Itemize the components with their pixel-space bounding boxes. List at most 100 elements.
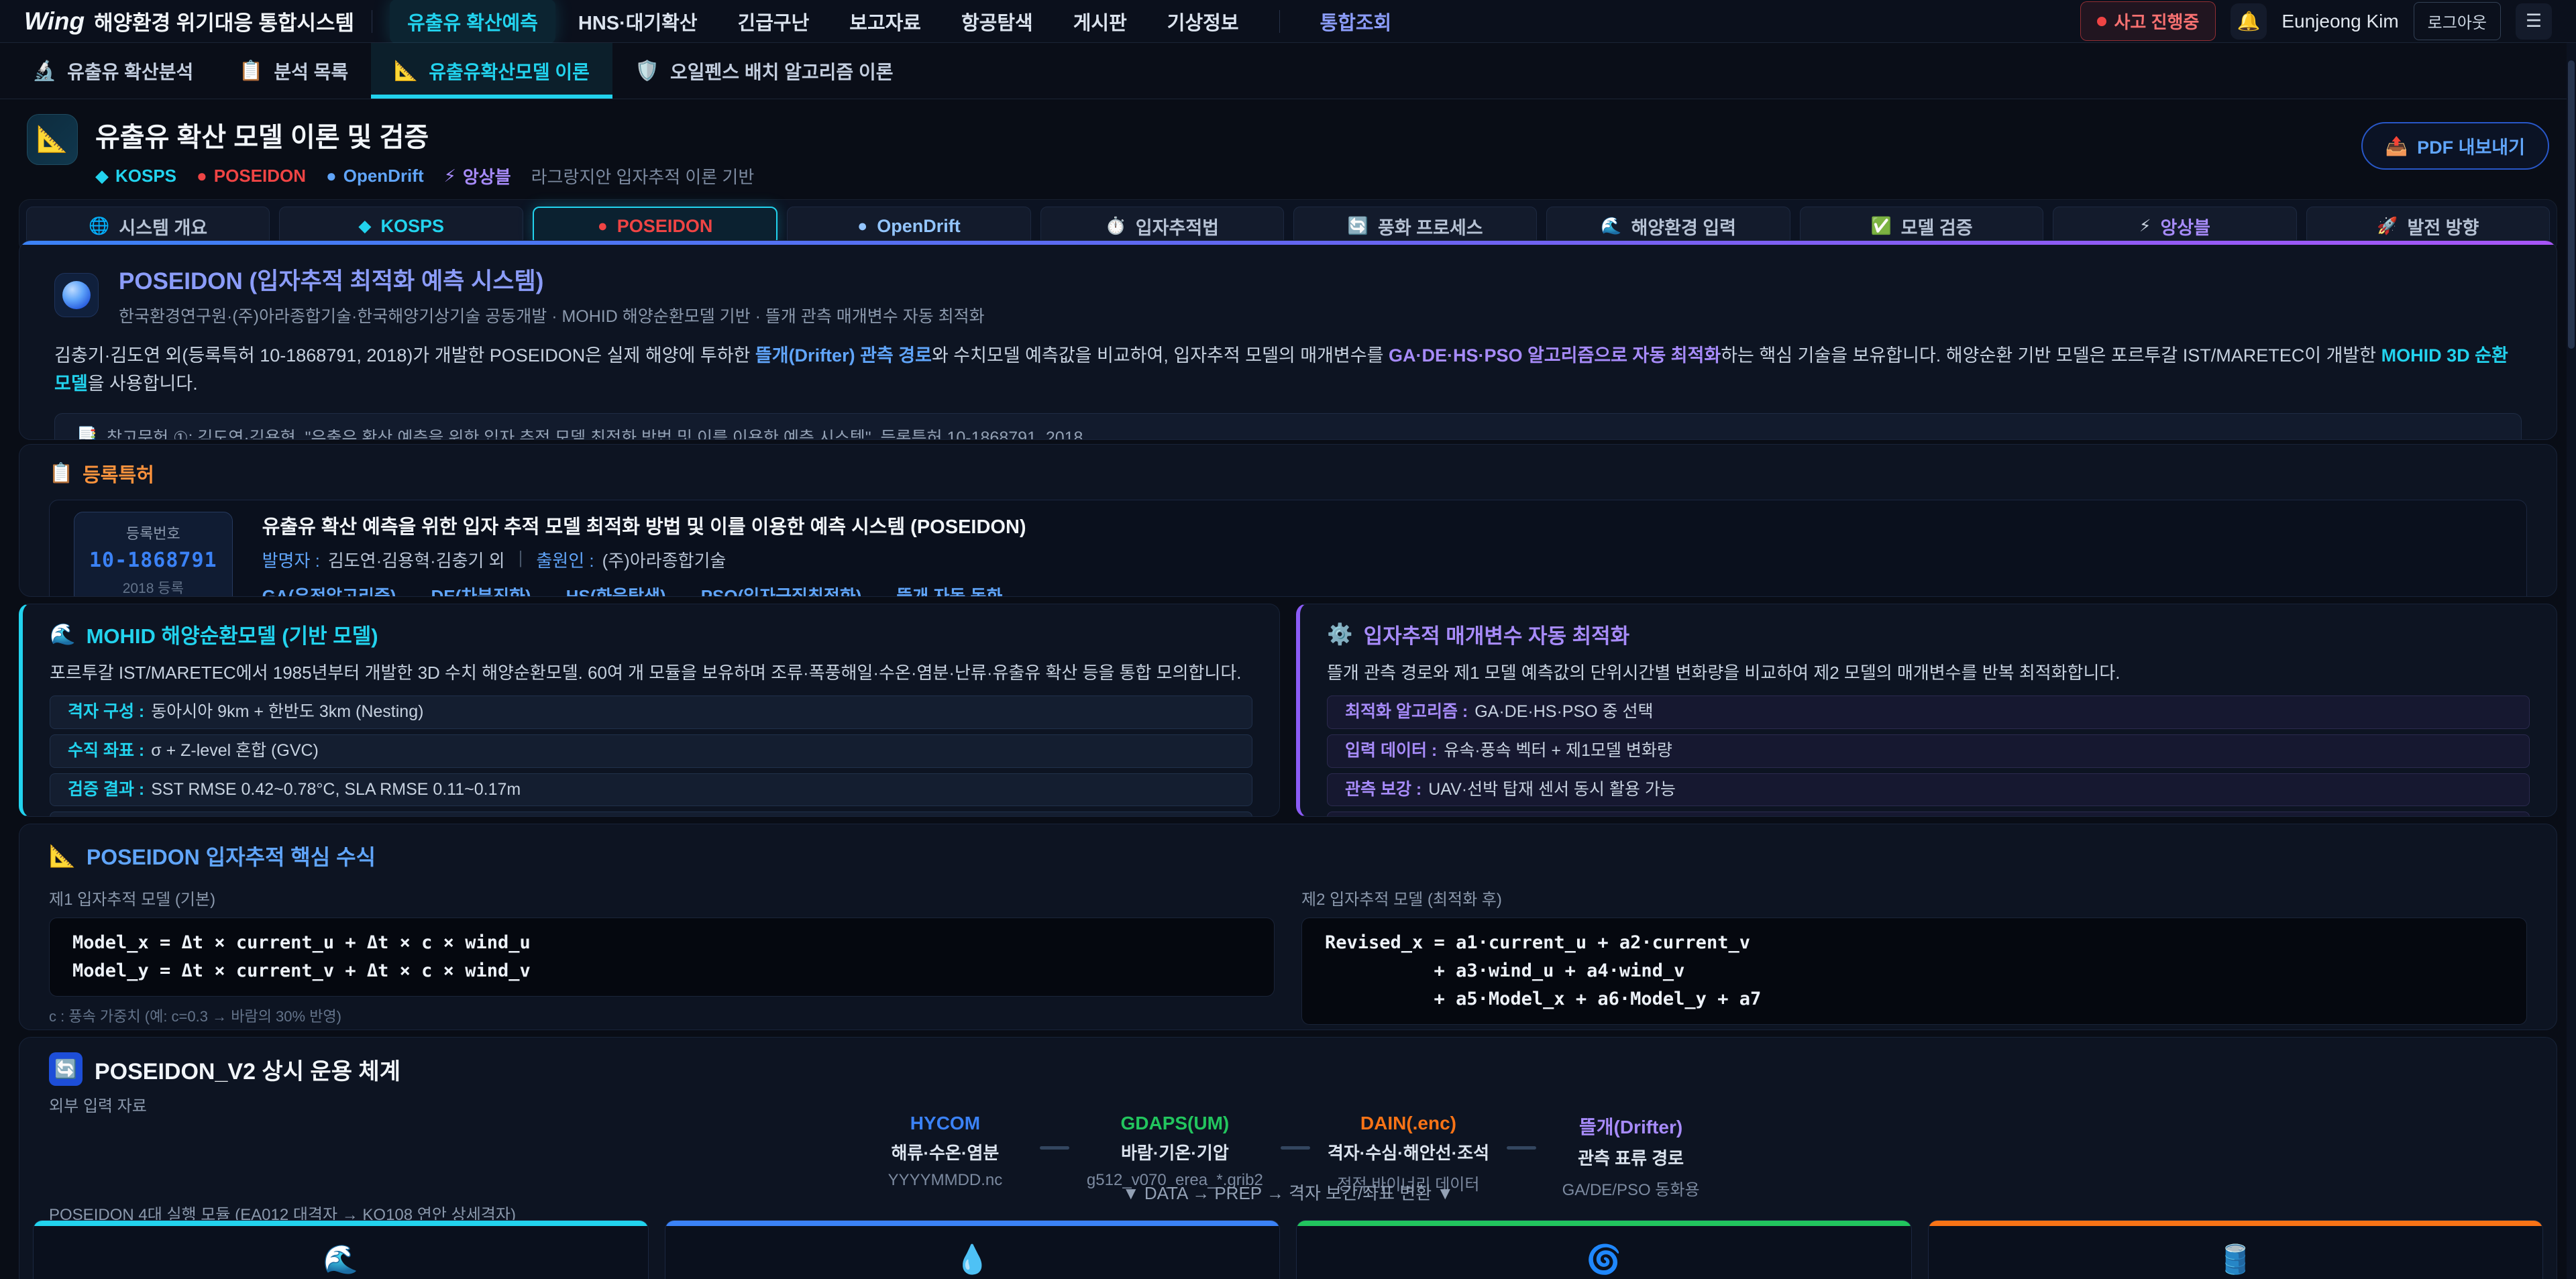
nav-item-reports[interactable]: 보고자료 [832,0,938,44]
mohid-description: 포르투갈 IST/MARETEC에서 1985년부터 개발한 3D 수치 해양순… [50,660,1252,686]
patent-section-title: 📋 등록특허 [49,459,2527,488]
model-cards-row: 🌊 MOHID 해양순환모델 (기반 모델) 포르투갈 IST/MARETEC에… [19,604,2557,817]
tab-oil-spill-analysis[interactable]: 🔬 유출유 확산분석 [9,43,216,99]
diamond-icon: ◆ [358,216,371,236]
ruler-icon: 📐 [394,60,418,82]
circle-icon: ● [197,166,207,186]
check-icon: ✅ [1871,217,1892,236]
v2-title-row: 🔄 POSEIDON_V2 상시 운용 체계 [49,1052,400,1086]
rocket-icon: 🚀 [2377,217,2398,236]
poseidon-overview-card: POSEIDON (입자추적 최적화 예측 시스템) 한국환경연구원·(주)아라… [19,240,2557,440]
export-icon: 📤 [2385,135,2408,157]
source-gdaps: GDAPS(UM) 바람·기온·기압 g512_v070_erea_*.grib… [1087,1113,1263,1190]
cycle-icon: 🔄 [49,1052,83,1086]
sphere-icon [54,273,99,317]
formula-columns: 제1 입자추적 모델 (기본) Model_x = Δt × current_u… [49,886,2527,1030]
badge-ensemble: ⚡ 앙상블 [444,164,511,188]
microscope-icon: 🔬 [32,60,56,82]
circle-icon: ● [598,217,608,236]
patent-title: 유출유 확산 예측을 위한 입자 추적 모델 최적화 방법 및 이를 이용한 예… [262,511,1026,539]
model1-column: 제1 입자추적 모델 (기본) Model_x = Δt × current_u… [49,886,1275,1030]
badge-poseidon: ● POSEIDON [197,166,306,186]
connector-dash [1281,1146,1310,1150]
sub-tab-bar: 🔬 유출유 확산분석 📋 분석 목록 📐 유출유확산모델 이론 🛡️ 오일펜스 … [0,43,2576,99]
nav-item-oil-spill-prediction[interactable]: 유출유 확산예측 [390,0,555,44]
inventor-label: 발명자 : [262,547,320,572]
tab-label: 오일펜스 배치 알고리즘 이론 [670,58,893,85]
highlight-algorithms: GA·DE·HS·PSO 알고리즘으로 자동 최적화 [1389,345,1721,366]
tag-pso: PSO(입자군집최적화) [701,583,862,597]
model1-note: c : 풍속 가중치 (예: c=0.3 → 바람의 30% 반영) [49,1005,1275,1026]
vertical-scrollbar[interactable] [2567,43,2576,1279]
status-dot-icon [2097,17,2106,26]
source-hycom: HYCOM 해류·수온·염분 YYYYMMDD.nc [868,1113,1022,1190]
clipboard-icon: 📋 [49,462,73,485]
page-header: 📐 유출유 확산 모델 이론 및 검증 ◆ KOSPS ● POSEIDON ●… [0,99,2576,188]
poseidon-title: POSEIDON (입자추적 최적화 예측 시스템) [119,262,985,296]
registration-number-label: 등록번호 [89,522,217,543]
badge-opendrift: ● OpenDrift [326,166,424,186]
bookmark-icon: 📑 [76,427,97,440]
mohid-model-card: 🌊 MOHID 해양순환모델 (기반 모델) 포르투갈 IST/MARETEC에… [19,604,1280,817]
nav-divider [1279,10,1280,33]
lightning-icon: ⚡ [2139,216,2151,236]
nav-item-emergency-rescue[interactable]: 긴급구난 [720,0,827,44]
shield-icon: 🛡️ [635,60,659,82]
patent-section: 📋 등록특허 등록번호 10-1868791 2018 등록 유출유 확산 예측… [19,444,2557,597]
v2-title: POSEIDON_V2 상시 운용 체계 [95,1053,400,1086]
highlight-drifter: 뜰개(Drifter) 관측 경로 [755,345,932,366]
top-navigation: Wing 해양환경 위기대응 통합시스템 유출유 확산예측 HNS·대기확산 긴… [0,0,2576,43]
module-tide: 🌀 TIDE [1296,1220,1912,1279]
oil-drum-icon: 🛢️ [1929,1243,2543,1276]
info-row-observation: 관측 보강 : UAV·선박 탑재 센서 동시 활용 가능 [1327,773,2530,807]
user-name: Eunjeong Kim [2282,11,2398,32]
globe-icon: 🌐 [89,217,109,236]
patent-card: 등록번호 10-1868791 2018 등록 유출유 확산 예측을 위한 입자… [49,500,2527,597]
clipboard-icon: 📋 [239,60,263,82]
page-subtitle-note: 라그랑지안 입자추적 이론 기반 [531,164,755,188]
nav-item-board[interactable]: 게시판 [1056,0,1144,44]
optimization-description: 뜰개 관측 경로와 제1 모델 예측값의 단위시간별 변화량을 비교하여 제2 … [1327,660,2530,686]
stopwatch-icon: ⏱️ [1106,217,1126,236]
inventors: 김도연·김용혁·김충기 외 [328,547,505,572]
circle-icon: ● [857,217,867,236]
info-row-algorithm: 최적화 알고리즘 : GA·DE·HS·PSO 중 선택 [1327,696,2530,729]
module-hydr: 🌊 HYDR [33,1220,649,1279]
nav-item-integrated-search[interactable]: 통합조회 [1303,0,1409,44]
nav-right-cluster: 사고 진행중 🔔 Eunjeong Kim 로그아웃 ☰ [2080,1,2553,41]
app-logo: Wing 해양환경 위기대응 통합시스템 [24,6,354,36]
logo-mark: Wing [24,7,85,36]
gradient-accent-bar [19,241,2557,245]
main-menu: 유출유 확산예측 HNS·대기확산 긴급구난 보고자료 항공탐색 게시판 기상정… [390,0,1409,44]
ruler-icon: 📐 [49,843,76,869]
references-box: 📑 참고문헌 ①: 김도연·김용혁, "유출유 확산 예측을 위한 입자 추적 … [54,413,2522,440]
tab-analysis-list[interactable]: 📋 분석 목록 [216,43,371,99]
incident-badge-label: 사고 진행중 [2114,9,2200,34]
scrollbar-thumb[interactable] [2568,60,2575,349]
parameter-optimization-card: ⚙️ 입자추적 매개변수 자동 최적화 뜰개 관측 경로와 제1 모델 예측값의… [1296,604,2557,817]
tab-spill-model-theory[interactable]: 📐 유출유확산모델 이론 [371,43,612,99]
nav-item-hns-air-diffusion[interactable]: HNS·대기확산 [561,0,715,44]
mohid-card-title: 🌊 MOHID 해양순환모델 (기반 모델) [50,619,1252,649]
tag-de: DE(차분진화) [431,583,531,597]
tag-ga: GA(유전알고리즘) [262,583,396,597]
optimization-card-title: ⚙️ 입자추적 매개변수 자동 최적화 [1327,619,2530,649]
app-title: 해양환경 위기대응 통합시스템 [94,6,354,36]
tag-hs: HS(화음탐색) [566,583,666,597]
logout-button[interactable]: 로그아웃 [2414,2,2501,40]
info-row-boundary: 경계조건 : HYCOM 재분석 (MYOCEAN 대비 우수) [50,812,1252,817]
notification-bell-icon[interactable]: 🔔 [2231,3,2267,40]
wave-icon: 🌊 [1601,217,1621,236]
badge-kosps: ◆ KOSPS [95,166,176,186]
page-ruler-icon: 📐 [27,114,78,165]
patent-body: 유출유 확산 예측을 위한 입자 추적 모델 최적화 방법 및 이를 이용한 예… [262,511,1026,597]
nav-item-aerial-search[interactable]: 항공탐색 [944,0,1051,44]
tab-oil-fence-algorithm-theory[interactable]: 🛡️ 오일펜스 배치 알고리즘 이론 [612,43,916,99]
hamburger-menu-icon[interactable]: ☰ [2516,3,2552,40]
model2-label: 제2 입자추적 모델 (최적화 후) [1301,886,2527,909]
nav-item-weather-info[interactable]: 기상정보 [1150,0,1256,44]
incident-status-badge[interactable]: 사고 진행중 [2080,1,2216,41]
page-title-block: 유출유 확산 모델 이론 및 검증 ◆ KOSPS ● POSEIDON ● O… [95,114,754,188]
pdf-export-button[interactable]: 📤 PDF 내보내기 [2361,122,2550,170]
model-badge-row: ◆ KOSPS ● POSEIDON ● OpenDrift ⚡ 앙상블 라그랑… [95,164,754,188]
